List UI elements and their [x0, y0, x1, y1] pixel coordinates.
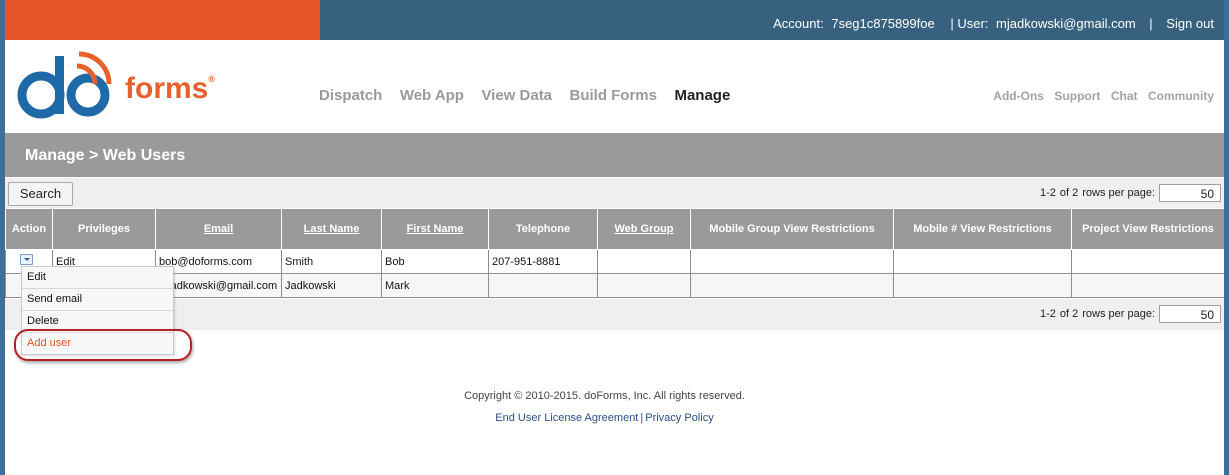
col-first-name[interactable]: First Name — [381, 208, 489, 250]
pager-total: of 2 — [1059, 187, 1079, 199]
bottom-toolbar: 1-2 of 2 rows per page: 50 — [5, 299, 1224, 330]
col-privileges: Privileges — [52, 208, 156, 250]
top-bar: Account: 7seg1c875899foe | User: mjadkow… — [5, 0, 1224, 40]
web-group-cell — [597, 249, 691, 274]
mobile-group-view-cell — [690, 249, 894, 274]
project-view-cell — [1071, 273, 1224, 298]
col-web-group[interactable]: Web Group — [597, 208, 691, 250]
pager-bottom: 1-2 of 2 rows per page: 50 — [1040, 303, 1221, 325]
user-value: mjadkowski@gmail.com — [996, 16, 1136, 31]
col-mobile-group-view: Mobile Group View Restrictions — [690, 208, 894, 250]
first-name-cell: Bob — [381, 249, 489, 274]
project-view-cell — [1071, 249, 1224, 274]
last-name-cell: Jadkowski — [281, 273, 382, 298]
nav-web-app[interactable]: Web App — [400, 87, 464, 104]
web-group-cell — [597, 273, 691, 298]
app-frame: Account: 7seg1c875899foe | User: mjadkow… — [5, 0, 1224, 475]
rows-per-page-input[interactable]: 50 — [1159, 184, 1221, 202]
pager-range: 1-2 — [1039, 187, 1056, 199]
col-email[interactable]: Email — [155, 208, 282, 250]
pager-top: 1-2 of 2 rows per page: 50 — [1040, 182, 1221, 204]
table-row: Edit bob@doforms.com Smith Bob 207-951-8… — [5, 249, 1224, 274]
account-label: Account: — [773, 16, 824, 31]
table-header-row: Action Privileges Email Last Name First … — [5, 208, 1224, 250]
telephone-cell — [488, 273, 598, 298]
menu-item-edit[interactable]: Edit — [22, 267, 173, 289]
header-separator: | — [1149, 16, 1153, 31]
registered-mark: ® — [208, 74, 215, 84]
account-info: Account: 7seg1c875899foe | User: mjadkow… — [769, 0, 1214, 40]
user-label: | User: — [950, 16, 989, 31]
col-project-view: Project View Restrictions — [1071, 208, 1224, 250]
nav-build-forms[interactable]: Build Forms — [569, 87, 657, 104]
page-title: Manage > Web Users — [25, 147, 186, 164]
col-action: Action — [5, 208, 53, 250]
footer-link-separator: | — [640, 412, 644, 424]
email-cell: bob@doforms.com — [155, 249, 282, 274]
pager-range: 1-2 — [1039, 308, 1056, 320]
pager-total: of 2 — [1059, 308, 1079, 320]
action-dropdown-icon[interactable] — [20, 253, 33, 265]
rows-per-page-label: rows per page: — [1082, 308, 1155, 320]
sign-out-link[interactable]: Sign out — [1166, 16, 1214, 31]
logo-wordmark: forms® — [125, 72, 215, 106]
col-mobile-number-view: Mobile # View Restrictions — [893, 208, 1072, 250]
copyright-text: Copyright © 2010-2015. doForms, Inc. All… — [464, 390, 745, 402]
logo-text: forms — [125, 72, 209, 105]
mobile-number-view-cell — [893, 273, 1072, 298]
nav-community[interactable]: Community — [1148, 89, 1214, 103]
account-value: 7seg1c875899foe — [831, 16, 935, 31]
last-name-cell: Smith — [281, 249, 382, 274]
web-users-table: Action Privileges Email Last Name First … — [5, 208, 1224, 298]
doforms-logo[interactable]: forms® — [15, 50, 215, 122]
email-cell: mjadkowski@gmail.com — [155, 273, 282, 298]
mobile-number-view-cell — [893, 249, 1072, 274]
nav-add-ons[interactable]: Add-Ons — [993, 89, 1044, 103]
eula-link[interactable]: End User License Agreement — [495, 412, 638, 424]
main-nav: Dispatch Web App View Data Build Forms M… — [319, 87, 743, 105]
nav-dispatch[interactable]: Dispatch — [319, 87, 382, 104]
rows-per-page-label: rows per page: — [1082, 187, 1155, 199]
top-bar-accent — [5, 0, 320, 40]
top-toolbar: Search 1-2 of 2 rows per page: 50 — [5, 178, 1224, 208]
mobile-group-view-cell — [690, 273, 894, 298]
first-name-cell: Mark — [381, 273, 489, 298]
table-row: mjadkowski@gmail.com Jadkowski Mark — [5, 273, 1224, 298]
nav-manage[interactable]: Manage — [674, 87, 730, 104]
footer-links: End User License Agreement | Privacy Polic… — [5, 412, 1214, 424]
menu-item-send-email[interactable]: Send email — [22, 289, 173, 311]
nav-support[interactable]: Support — [1054, 89, 1100, 103]
rows-per-page-input[interactable]: 50 — [1159, 305, 1221, 323]
add-user-highlight-ring — [14, 329, 192, 361]
nav-view-data[interactable]: View Data — [481, 87, 552, 104]
secondary-nav: Add-Ons Support Chat Community — [987, 87, 1214, 105]
col-last-name[interactable]: Last Name — [281, 208, 382, 250]
search-button[interactable]: Search — [8, 182, 73, 206]
logo-do-mark — [17, 51, 112, 119]
privacy-policy-link[interactable]: Privacy Policy — [645, 412, 713, 424]
nav-chat[interactable]: Chat — [1111, 89, 1138, 103]
telephone-cell: 207-951-8881 — [488, 249, 598, 274]
page-title-bar: Manage > Web Users — [5, 133, 1224, 177]
col-telephone: Telephone — [488, 208, 598, 250]
